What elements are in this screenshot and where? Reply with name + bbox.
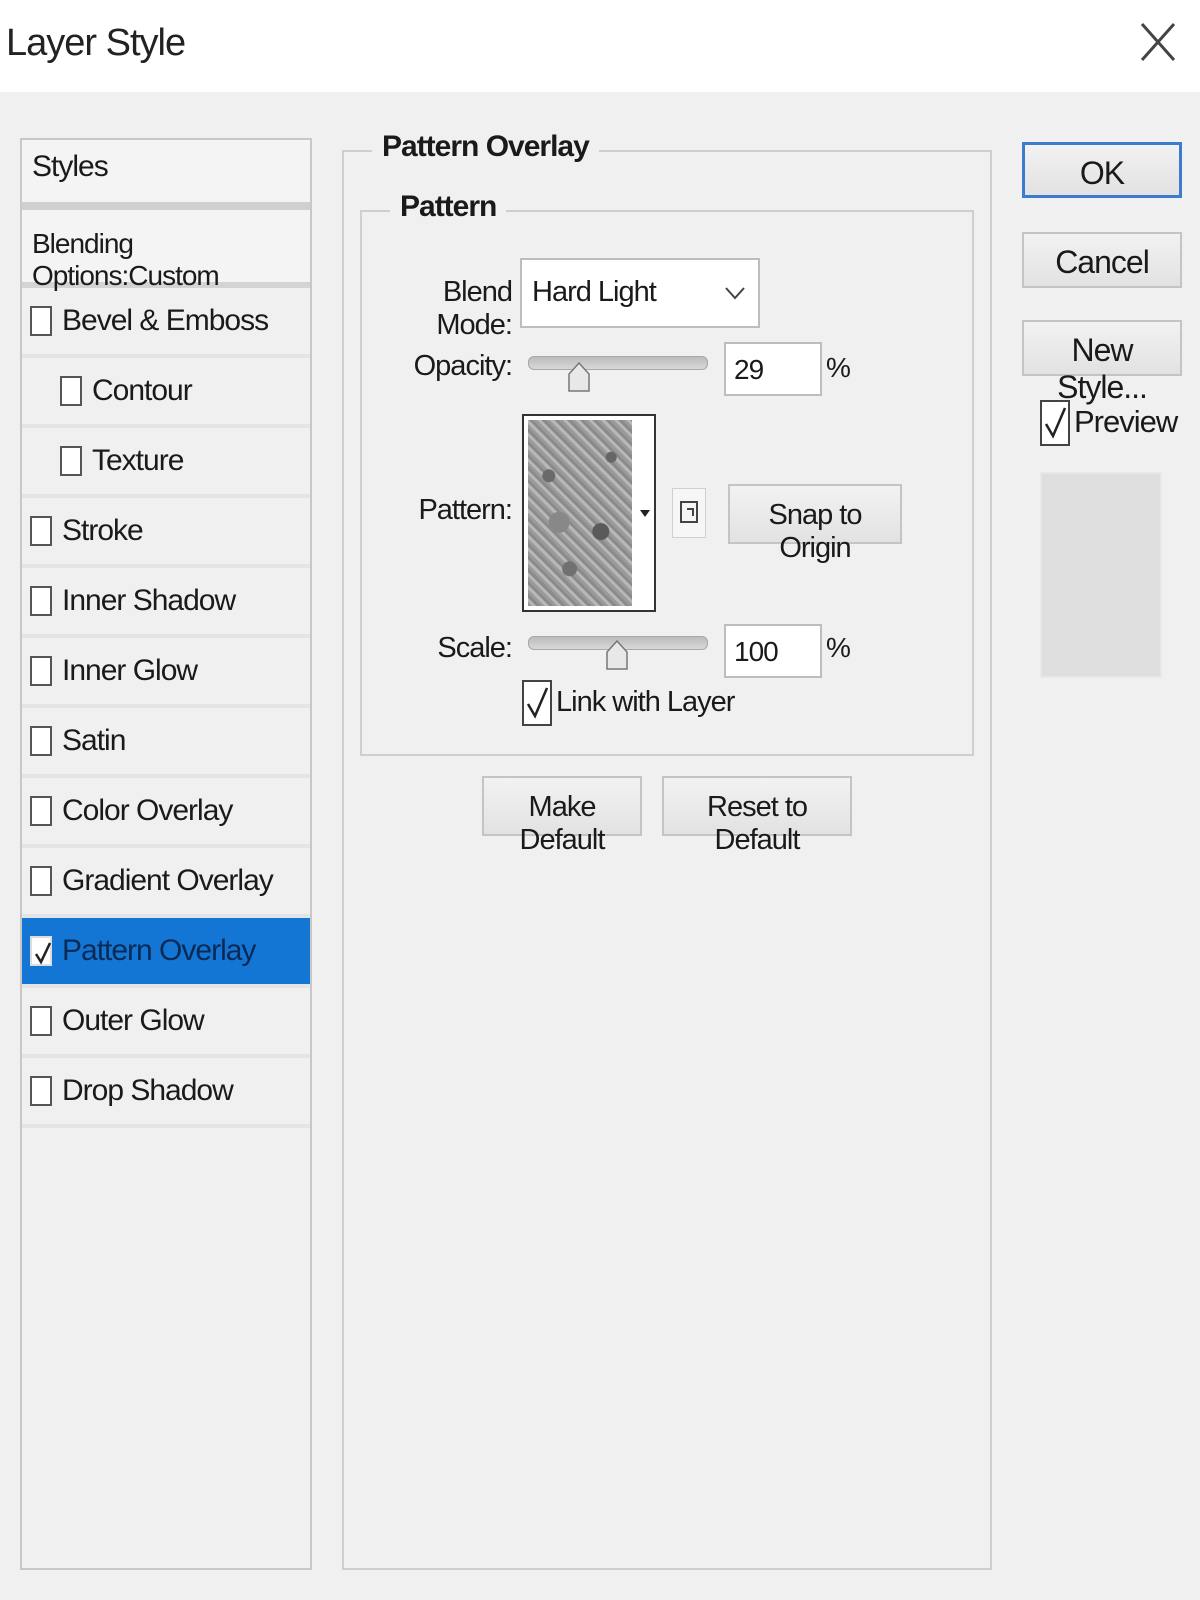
- link-with-layer-label: Link with Layer: [556, 686, 735, 718]
- style-item-label: Outer Glow: [62, 1004, 205, 1037]
- style-checkbox[interactable]: [60, 376, 82, 406]
- scale-label: Scale:: [437, 632, 513, 664]
- style-item-outer-glow[interactable]: Outer Glow: [22, 988, 310, 1058]
- style-checkbox[interactable]: [30, 516, 52, 546]
- blend-mode-label: Blend Mode:: [436, 276, 513, 341]
- style-item-label: Inner Glow: [62, 654, 198, 687]
- scale-unit: %: [826, 632, 851, 663]
- style-checkbox[interactable]: [30, 656, 52, 686]
- style-item-inner-shadow[interactable]: Inner Shadow: [22, 568, 310, 638]
- style-item-bevel-emboss[interactable]: Bevel & Emboss: [22, 288, 310, 358]
- style-item-label: Texture: [92, 444, 184, 477]
- style-item-label: Inner Shadow: [62, 584, 236, 617]
- style-item-satin[interactable]: Satin: [22, 708, 310, 778]
- style-item-label: Color Overlay: [62, 794, 233, 827]
- style-item-label: Pattern Overlay: [62, 934, 256, 967]
- style-checkbox[interactable]: [30, 796, 52, 826]
- style-item-gradient-overlay[interactable]: Gradient Overlay: [22, 848, 310, 918]
- style-checkbox[interactable]: [30, 1006, 52, 1036]
- style-item-label: Gradient Overlay: [62, 864, 274, 897]
- make-default-button[interactable]: Make Default: [482, 776, 642, 856]
- pattern-overlay-title: Pattern Overlay: [372, 130, 599, 164]
- pattern-label: Pattern:: [418, 494, 513, 526]
- preview-label: Preview: [1074, 404, 1178, 439]
- style-preview-thumbnail: [1040, 472, 1162, 678]
- snap-to-origin-button[interactable]: Snap to Origin: [728, 484, 902, 564]
- style-item-label: Bevel & Emboss: [62, 304, 269, 337]
- style-item-color-overlay[interactable]: Color Overlay: [22, 778, 310, 848]
- style-checkbox[interactable]: [30, 1076, 52, 1106]
- new-style-button[interactable]: New Style...: [1022, 320, 1182, 405]
- style-checkbox[interactable]: [30, 866, 52, 896]
- new-preset-icon[interactable]: [672, 488, 706, 538]
- blend-mode-select[interactable]: Hard Light: [520, 258, 760, 328]
- link-with-layer-checkbox[interactable]: [522, 680, 552, 726]
- opacity-input[interactable]: 29: [724, 342, 822, 396]
- style-item-drop-shadow[interactable]: Drop Shadow: [22, 1058, 310, 1128]
- opacity-unit: %: [826, 352, 851, 383]
- checkmark-icon: [34, 942, 52, 965]
- preview-checkbox[interactable]: [1040, 400, 1070, 446]
- opacity-label: Opacity:: [413, 350, 513, 382]
- title-bar: Layer Style: [0, 0, 1200, 92]
- style-item-label: Drop Shadow: [62, 1074, 234, 1107]
- ok-button[interactable]: OK: [1022, 142, 1182, 198]
- cancel-button[interactable]: Cancel: [1022, 232, 1182, 288]
- style-items: Bevel & Emboss Contour Texture Stroke Inner …: [22, 288, 310, 1128]
- style-checkbox[interactable]: [60, 446, 82, 476]
- style-checkbox[interactable]: [30, 586, 52, 616]
- style-item-stroke[interactable]: Stroke: [22, 498, 310, 568]
- style-item-contour[interactable]: Contour: [22, 358, 310, 428]
- scale-slider-thumb[interactable]: [606, 640, 628, 670]
- style-item-label: Contour: [92, 374, 193, 407]
- blend-mode-value: Hard Light: [532, 276, 657, 308]
- dropdown-arrow-icon: [640, 510, 650, 517]
- style-checkbox[interactable]: [30, 726, 52, 756]
- opacity-slider-thumb[interactable]: [568, 362, 590, 392]
- style-checkbox[interactable]: [30, 936, 52, 966]
- style-item-inner-glow[interactable]: Inner Glow: [22, 638, 310, 708]
- chevron-down-icon: [725, 287, 745, 300]
- styles-list: Styles Blending Options:Custom Bevel & E…: [20, 138, 312, 1570]
- style-item-pattern-overlay[interactable]: Pattern Overlay: [22, 918, 310, 988]
- style-item-label: Stroke: [62, 514, 144, 547]
- styles-header[interactable]: Styles: [22, 140, 310, 210]
- pattern-picker[interactable]: [522, 414, 656, 612]
- checkmark-icon: [526, 687, 549, 719]
- style-item-label: Satin: [62, 724, 126, 757]
- opacity-slider[interactable]: [528, 356, 708, 370]
- style-item-texture[interactable]: Texture: [22, 428, 310, 498]
- pattern-subgroup-title: Pattern: [390, 190, 507, 224]
- style-checkbox[interactable]: [30, 306, 52, 336]
- blending-options-item[interactable]: Blending Options:Custom: [22, 210, 310, 291]
- close-icon[interactable]: [1138, 18, 1178, 66]
- checkmark-icon: [1044, 407, 1067, 439]
- scale-input[interactable]: 100: [724, 624, 822, 678]
- reset-to-default-button[interactable]: Reset to Default: [662, 776, 852, 856]
- dialog-title: Layer Style: [6, 22, 186, 64]
- pattern-swatch: [528, 420, 632, 606]
